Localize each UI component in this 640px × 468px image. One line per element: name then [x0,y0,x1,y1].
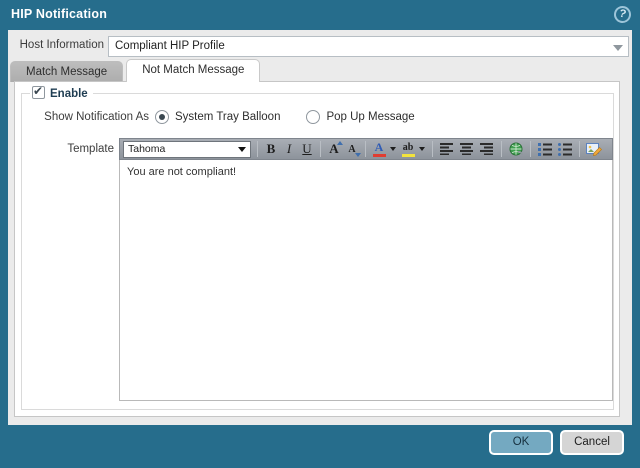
help-icon[interactable]: ? [612,4,633,25]
italic-button[interactable]: I [280,140,298,158]
highlight-color-button[interactable]: ab [399,140,417,158]
template-editor[interactable]: You are not compliant! [119,160,613,401]
font-color-swatch [372,153,386,157]
align-center-button[interactable] [457,140,477,158]
grow-font-button[interactable]: A [325,140,343,158]
host-information-value: Compliant HIP Profile [115,40,225,52]
align-left-button[interactable] [437,140,457,158]
rich-text-editor: Tahoma B I U A A A ab You are not compli… [119,138,613,401]
chevron-down-icon [238,146,246,152]
dialog-content: Host Information Compliant HIP Profile M… [8,30,632,425]
title-bar: HIP Notification ? [0,0,640,30]
ordered-list-button[interactable] [535,140,555,158]
show-notification-as-label: Show Notification As [44,110,149,123]
caret-down-icon [355,153,361,157]
host-information-label: Host Information [19,39,104,51]
radio-label-system-tray-balloon: System Tray Balloon [175,110,281,123]
shrink-font-button[interactable]: A [343,140,361,158]
enable-checkbox[interactable]: ✔ [32,84,45,99]
cancel-button[interactable]: Cancel [560,430,624,455]
editor-toolbar: Tahoma B I U A A A ab [119,138,613,160]
align-center-icon [460,143,473,155]
font-color-glyph: A [374,139,384,154]
tab-panel: ✔ Enable Show Notification As System Tray … [14,81,620,417]
bold-button[interactable]: B [262,140,280,158]
radio-system-tray-balloon[interactable] [155,109,169,124]
highlight-glyph: ab [402,141,414,153]
toolbar-separator [365,141,366,157]
chevron-down-icon[interactable] [390,147,396,151]
ok-button[interactable]: OK [489,430,553,455]
font-color-button[interactable]: A [370,140,388,158]
radio-pop-up-message[interactable] [306,109,321,124]
edit-source-button[interactable] [584,140,604,158]
enable-legend: ✔ Enable [30,84,93,100]
show-notification-row: Show Notification As System Tray Balloon P… [28,108,613,126]
toolbar-separator [530,141,531,157]
unordered-list-button[interactable] [555,140,575,158]
toolbar-separator [501,141,502,157]
enable-label: Enable [50,88,88,100]
template-label: Template [67,143,114,155]
host-information-select[interactable]: Compliant HIP Profile [108,36,629,57]
highlight-swatch [401,153,415,157]
checkmark-icon: ✔ [33,84,44,98]
radio-label-pop-up-message: Pop Up Message [326,110,415,123]
ordered-list-icon [537,142,552,156]
align-right-button[interactable] [477,140,497,158]
tab-match-message[interactable]: Match Message [10,61,124,82]
align-right-icon [480,143,493,155]
chevron-down-icon[interactable] [419,147,425,151]
chevron-down-icon[interactable] [613,45,623,51]
template-row: Template Tahoma B I U A A A ab You are n… [28,138,613,401]
globe-icon [509,142,523,155]
message-tabs: Match Message Not Match Message [10,59,263,82]
align-left-icon [440,143,453,155]
hip-notification-dialog: HIP Notification ? Host Information Comp… [0,0,640,468]
underline-button[interactable]: U [298,140,316,158]
toolbar-separator [432,141,433,157]
toolbar-separator [320,141,321,157]
toolbar-separator [257,141,258,157]
toolbar-separator [579,141,580,157]
page-title: HIP Notification [11,7,108,21]
font-family-select[interactable]: Tahoma [123,140,251,158]
insert-link-button[interactable] [506,140,526,158]
image-edit-icon [586,143,602,156]
tab-not-match-message[interactable]: Not Match Message [126,59,261,82]
unordered-list-icon [557,142,572,156]
enable-fieldset: ✔ Enable Show Notification As System Tray … [21,84,614,410]
host-information-row: Host Information Compliant HIP Profile [8,36,632,57]
font-family-value: Tahoma [128,142,166,155]
